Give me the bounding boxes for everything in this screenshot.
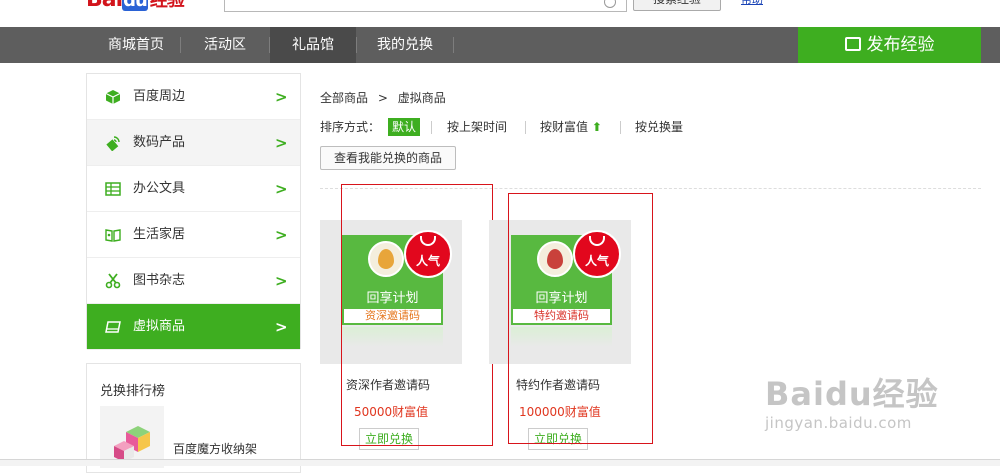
nav-mall-home[interactable]: 商城首页 bbox=[92, 27, 180, 63]
publish-label: 发布经验 bbox=[866, 35, 935, 55]
rank-item-name[interactable]: 百度魔方收纳架 bbox=[173, 440, 257, 457]
browser-status-bar bbox=[0, 459, 1000, 466]
sidebar-item-home-living[interactable]: 生活家居 > bbox=[87, 212, 300, 258]
breadcrumb-separator: > bbox=[377, 91, 388, 105]
highlight-outline bbox=[341, 184, 493, 446]
sidebar-item-label: 虚拟商品 bbox=[133, 319, 186, 334]
sidebar-item-label: 生活家居 bbox=[133, 227, 186, 242]
chevron-right-icon: > bbox=[275, 134, 288, 152]
help-link[interactable]: 帮助 bbox=[741, 0, 763, 6]
category-sidebar: 百度周边 > 数码产品 > 办公文具 > 生活家居 > 图书杂志 > 虚拟商品 … bbox=[86, 73, 301, 350]
sort-by-wealth-label: 按财富值 bbox=[540, 120, 589, 134]
usb-icon bbox=[106, 136, 120, 151]
breadcrumb: 全部商品 > 虚拟商品 bbox=[320, 89, 446, 106]
sidebar-item-digital[interactable]: 数码产品 > bbox=[87, 120, 300, 166]
nav-gift-hall[interactable]: 礼品馆 bbox=[270, 27, 356, 63]
card-icon bbox=[105, 321, 121, 333]
breadcrumb-all[interactable]: 全部商品 bbox=[320, 91, 368, 105]
sort-separator bbox=[431, 121, 432, 134]
logo-jingyan: 经验 bbox=[149, 0, 185, 11]
sidebar-item-books[interactable]: 图书杂志 > bbox=[87, 258, 300, 304]
watermark-main: Baidu经验 bbox=[765, 375, 939, 413]
nav-my-exchange[interactable]: 我的兑换 bbox=[357, 27, 453, 63]
exchange-ranking-panel: 兑换排行榜 百度魔方收纳架 bbox=[86, 363, 301, 473]
sidebar-item-label: 图书杂志 bbox=[133, 273, 186, 288]
scissors-icon bbox=[105, 273, 121, 289]
sidebar-item-label: 办公文具 bbox=[133, 181, 186, 196]
view-exchangeable-button[interactable]: 查看我能兑换的商品 bbox=[320, 146, 456, 170]
sort-label: 排序方式： bbox=[320, 120, 381, 134]
sidebar-item-office[interactable]: 办公文具 > bbox=[87, 166, 300, 212]
nav-activity[interactable]: 活动区 bbox=[181, 27, 269, 63]
sort-by-wealth[interactable]: 按财富值 ⬆ bbox=[540, 119, 602, 135]
sort-by-count[interactable]: 按兑换量 bbox=[635, 119, 683, 135]
logo-du: du bbox=[122, 0, 148, 11]
sort-by-time[interactable]: 按上架时间 bbox=[447, 119, 507, 135]
sort-separator bbox=[525, 121, 526, 134]
sort-default[interactable]: 默认 bbox=[388, 118, 421, 136]
book-open-icon bbox=[105, 229, 121, 242]
highlight-outline bbox=[508, 193, 653, 444]
baidu-jingyan-watermark: Baidu经验 jingyan.baidu.com bbox=[765, 376, 939, 432]
table-icon bbox=[105, 182, 121, 196]
nav-separator bbox=[453, 37, 454, 53]
sort-separator bbox=[620, 121, 621, 134]
logo-bai: Bai bbox=[86, 0, 123, 12]
search-button[interactable]: 搜索经验 bbox=[633, 0, 721, 11]
sidebar-item-label: 数码产品 bbox=[133, 135, 186, 150]
ranking-title: 兑换排行榜 bbox=[100, 384, 166, 399]
breadcrumb-current: 虚拟商品 bbox=[397, 91, 446, 105]
sidebar-item-label: 百度周边 bbox=[133, 89, 186, 104]
nav-tail bbox=[981, 27, 1000, 63]
publish-experience-button[interactable]: 发布经验 bbox=[798, 27, 981, 63]
arrow-up-icon: ⬆ bbox=[591, 120, 602, 134]
sidebar-item-virtual[interactable]: 虚拟商品 > bbox=[87, 304, 300, 350]
chevron-right-icon: > bbox=[275, 88, 288, 106]
chevron-right-icon: > bbox=[275, 180, 288, 198]
search-input[interactable] bbox=[224, 0, 627, 12]
watermark-url: jingyan.baidu.com bbox=[765, 414, 912, 432]
chevron-right-icon: > bbox=[275, 318, 288, 336]
chevron-right-icon: > bbox=[275, 272, 288, 290]
sidebar-item-baidu-merch[interactable]: 百度周边 > bbox=[87, 74, 300, 120]
cube-icon bbox=[105, 90, 121, 104]
edit-icon bbox=[844, 37, 861, 51]
baidu-jingyan-logo[interactable]: Baidu经验 bbox=[86, 0, 185, 13]
chevron-right-icon: > bbox=[275, 226, 288, 244]
